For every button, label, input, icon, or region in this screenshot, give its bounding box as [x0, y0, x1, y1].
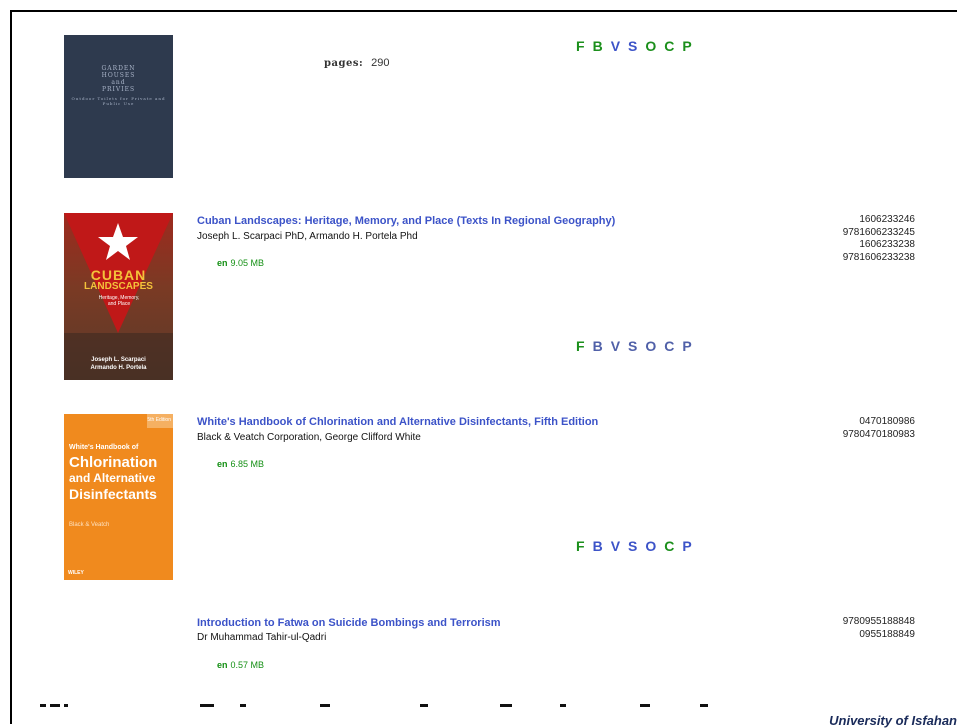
book-lang-size: en 6.85 MB — [217, 459, 264, 469]
cover-publisher: WILEY — [68, 570, 84, 576]
isbn: 9780955188848 — [842, 616, 915, 627]
cover-title: and Alternative — [69, 471, 156, 485]
book-lang-size: en 0.57 MB — [217, 660, 264, 670]
book-cover-whites-handbook[interactable]: 5th Edition White's Handbook of Chlorina… — [64, 414, 173, 580]
cover-text: HOUSES — [101, 72, 136, 79]
isbn: 0955188849 — [859, 628, 915, 640]
book-title-link[interactable]: Cuban Landscapes: Heritage, Memory, and … — [197, 215, 615, 227]
isbn: 9781606233245 — [842, 226, 915, 238]
cover-text: PRIVIES — [101, 86, 136, 93]
format-b-link[interactable]: B — [593, 38, 603, 54]
book-authors: Dr Muhammad Tahir-ul-Qadri — [197, 632, 327, 643]
format-o-link[interactable]: O — [645, 338, 656, 354]
isbn-list: 1606233246 9781606233245 1606233238 9781… — [843, 214, 915, 264]
format-v-link[interactable]: V — [611, 38, 620, 54]
format-b-link[interactable]: B — [593, 538, 603, 554]
book-cover-cuban-landscapes[interactable]: CUBAN LANDSCAPES Heritage, Memory, and P… — [64, 213, 173, 380]
file-size: 6.85 MB — [230, 459, 265, 469]
isbn: 1606233238 — [859, 239, 915, 250]
format-p-link[interactable]: P — [682, 338, 691, 354]
university-logo-text: University of Isfahan — [829, 713, 957, 728]
cover-subtitle: Outdoor Toilets for Private and Public U… — [71, 96, 166, 106]
cover-text: and — [111, 79, 126, 86]
format-s-link[interactable]: S — [628, 338, 637, 354]
book-authors: Joseph L. Scarpaci PhD, Armando H. Porte… — [197, 231, 418, 242]
format-v-link[interactable]: V — [611, 538, 620, 554]
bottom-strip — [0, 700, 957, 724]
format-p-link[interactable]: P — [682, 38, 691, 54]
book-lang-size: en 9.05 MB — [217, 258, 264, 268]
isbn-list: 9780955188848 0955188849 — [843, 616, 915, 641]
format-f-link[interactable]: F — [576, 38, 585, 54]
format-links-3: FBVSOCP — [576, 538, 700, 554]
language: en — [217, 459, 228, 469]
format-s-link[interactable]: S — [628, 38, 637, 54]
book-cover-garden-houses[interactable]: GARDEN HOUSES and PRIVIES Outdoor Toilet… — [64, 35, 173, 178]
file-size: 9.05 MB — [230, 258, 265, 268]
format-f-link[interactable]: F — [576, 338, 585, 354]
cover-title: LANDSCAPES — [84, 281, 153, 292]
cover-authors: Joseph L. Scarpaci Armando H. Portela — [90, 357, 147, 371]
isbn: 0470180986 — [859, 416, 915, 427]
isbn: 9780470180983 — [842, 428, 915, 440]
isbn: 1606233246 — [859, 214, 915, 225]
cover-title: Disinfectants — [69, 486, 157, 502]
book-title-link[interactable]: White's Handbook of Chlorination and Alt… — [197, 416, 598, 428]
file-size: 0.57 MB — [230, 660, 265, 670]
pages-label: pages: — [324, 58, 364, 69]
format-b-link[interactable]: B — [593, 338, 603, 354]
isbn: 9781606233238 — [842, 251, 915, 263]
format-c-link[interactable]: C — [664, 338, 674, 354]
pages-value: 290 — [371, 57, 390, 69]
language: en — [217, 258, 228, 268]
format-s-link[interactable]: S — [628, 538, 637, 554]
book-authors: Black & Veatch Corporation, George Cliff… — [197, 432, 421, 443]
format-v-link[interactable]: V — [611, 338, 620, 354]
format-o-link[interactable]: O — [645, 38, 656, 54]
pages-info: pages: 290 — [324, 57, 390, 69]
cover-author: Black & Veatch — [69, 522, 110, 528]
format-c-link[interactable]: C — [664, 38, 674, 54]
cover-title: White's Handbook of — [69, 444, 139, 451]
format-c-link[interactable]: C — [664, 538, 674, 554]
cover-title: Chlorination — [69, 454, 158, 471]
cut-off-text-marks — [40, 704, 708, 707]
cover-text: GARDEN — [101, 65, 136, 72]
format-p-link[interactable]: P — [682, 538, 691, 554]
cover-subtitle: Heritage, Memory, and Place — [98, 295, 140, 307]
format-f-link[interactable]: F — [576, 538, 585, 554]
format-links-2: FBVSOCP — [576, 338, 700, 354]
format-links-1: FBVSOCP — [576, 38, 700, 54]
book-title-link[interactable]: Introduction to Fatwa on Suicide Bombing… — [197, 617, 501, 629]
cover-edition: 5th Edition — [147, 417, 171, 423]
isbn-list: 0470180986 9780470180983 — [843, 416, 915, 441]
format-o-link[interactable]: O — [645, 538, 656, 554]
language: en — [217, 660, 228, 670]
